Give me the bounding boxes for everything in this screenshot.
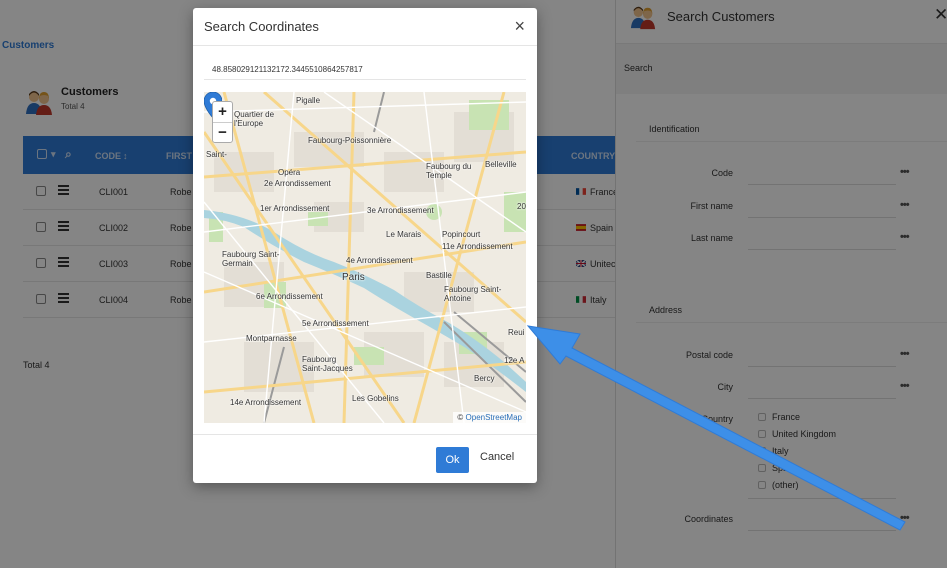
map-label: Opéra: [278, 168, 301, 177]
close-icon[interactable]: ×: [514, 16, 525, 37]
openstreetmap-link[interactable]: OpenStreetMap: [466, 413, 522, 422]
map-attribution: © OpenStreetMap: [453, 412, 526, 423]
map-label: 1er Arrondissement: [260, 204, 330, 213]
cancel-button[interactable]: Cancel: [480, 451, 514, 463]
coordinates-input[interactable]: [204, 60, 526, 80]
map-label: Faubourg Saint-Germain: [222, 250, 280, 268]
map-label: Faubourg Saint-Antoine: [444, 285, 502, 303]
map-label: Faubourg Saint-Jacques: [302, 355, 353, 373]
map-label: 14e Arrondissement: [230, 398, 302, 407]
map-label: Quartier de l'Europe: [234, 110, 275, 128]
map-label: Popincourt: [442, 230, 481, 239]
map-label: 6e Arrondissement: [256, 292, 323, 301]
map-label: Montparnasse: [246, 334, 297, 343]
map-label: 5e Arrondissement: [302, 319, 369, 328]
dialog-footer: Ok Cancel: [193, 434, 537, 483]
zoom-out-button[interactable]: −: [213, 122, 232, 142]
search-coordinates-dialog: Search Coordinates × 48.858029121132172.…: [193, 8, 537, 483]
map-label: 4e Arrondissement: [346, 256, 413, 265]
map-label: 12e A: [504, 356, 525, 365]
map-label: Paris: [342, 272, 365, 283]
map-label: 2e Arrondissement: [264, 179, 331, 188]
zoom-in-button[interactable]: +: [213, 102, 232, 122]
map-label: Les Gobelins: [352, 394, 399, 403]
dialog-title: Search Coordinates: [204, 19, 319, 34]
map-label: Reui: [508, 328, 525, 337]
map-label: Bercy: [474, 374, 495, 383]
map-label: Pigalle: [296, 96, 321, 105]
zoom-control: + −: [212, 101, 233, 143]
map-label: Faubourg du Temple: [426, 162, 472, 180]
map-label: Saint-: [206, 150, 227, 159]
map-label: Faubourg-Poissonnière: [308, 136, 392, 145]
ok-button[interactable]: Ok: [436, 447, 469, 473]
map-label: Bastille: [426, 271, 452, 280]
map[interactable]: Pigalle Quartier de l'Europe Faubourg-Po…: [204, 92, 526, 423]
copyright-symbol: ©: [457, 413, 464, 422]
dialog-header: Search Coordinates ×: [193, 8, 537, 46]
map-label: Belleville: [485, 160, 517, 169]
map-label: 3e Arrondissement: [367, 206, 434, 215]
map-label: 11e Arrondissement: [442, 242, 513, 251]
map-label: Le Marais: [386, 230, 422, 239]
map-label: 20: [517, 202, 526, 211]
